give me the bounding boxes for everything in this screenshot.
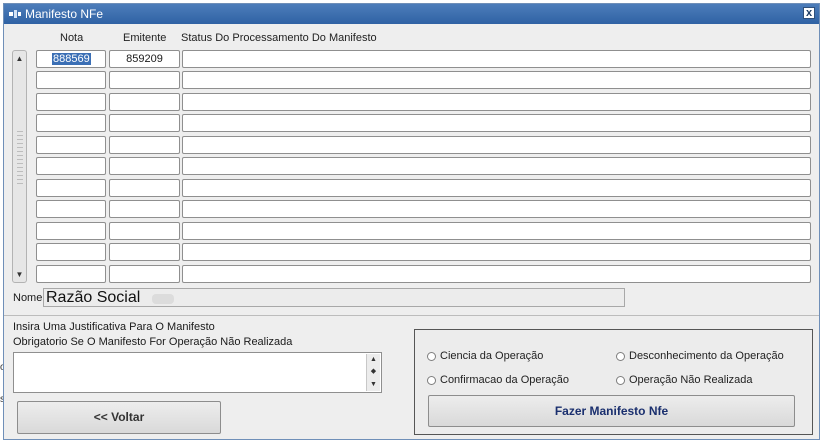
manifesto-window: Manifesto NFe x Nota Emitente Status Do …	[3, 3, 820, 440]
status-cell[interactable]	[182, 179, 811, 197]
emitente-cell[interactable]	[109, 93, 180, 111]
scroll-down-icon[interactable]: ▼	[15, 270, 24, 279]
option-desconhecimento[interactable]: Desconhecimento da Operação	[616, 350, 784, 362]
option-label: Operação Não Realizada	[629, 374, 753, 386]
nota-cell[interactable]	[36, 265, 106, 283]
option-ciencia[interactable]: Ciencia da Operação	[427, 350, 543, 362]
emitente-cell[interactable]	[109, 114, 180, 132]
section-divider	[4, 315, 819, 316]
radio-icon[interactable]	[616, 351, 625, 361]
fazer-manifesto-button[interactable]: Fazer Manifesto Nfe	[428, 395, 795, 427]
grid-scrollbar[interactable]: ▲ ▼	[12, 50, 27, 283]
scroll-thumb-icon[interactable]: ◆	[369, 368, 378, 376]
scroll-up-icon[interactable]: ▲	[369, 356, 378, 364]
emitente-cell[interactable]	[109, 200, 180, 218]
scroll-grip-icon[interactable]	[17, 131, 23, 186]
radio-icon[interactable]	[616, 375, 625, 385]
nota-cell[interactable]	[36, 222, 106, 240]
nota-cell[interactable]	[36, 136, 106, 154]
option-label: Confirmacao da Operação	[440, 374, 570, 386]
nota-cell[interactable]	[36, 243, 106, 261]
column-header-nota: Nota	[60, 32, 84, 44]
scroll-down-icon[interactable]: ▼	[369, 381, 378, 389]
nota-cell[interactable]	[36, 114, 106, 132]
status-cell[interactable]	[182, 222, 811, 240]
status-cell[interactable]	[182, 243, 811, 261]
emitente-cell[interactable]	[109, 265, 180, 283]
nome-value: Razão Social	[46, 289, 141, 306]
justificativa-hint: Obrigatorio Se O Manifesto For Operação …	[13, 336, 293, 348]
status-cell[interactable]	[182, 71, 811, 89]
manifesto-options-panel: Ciencia da Operação Desconhecimento da O…	[414, 329, 813, 435]
emitente-cell[interactable]	[109, 179, 180, 197]
nota-cell[interactable]	[36, 71, 106, 89]
nome-field: Razão Social	[43, 288, 625, 307]
option-label: Ciencia da Operação	[440, 350, 544, 362]
status-cell[interactable]	[182, 114, 811, 132]
justificativa-scrollbar[interactable]: ▲ ◆ ▼	[366, 354, 380, 391]
emitente-cell[interactable]	[109, 71, 180, 89]
justificativa-textarea[interactable]: ▲ ◆ ▼	[13, 352, 382, 393]
justificativa-label: Insira Uma Justificativa Para O Manifest…	[13, 321, 215, 333]
status-cell[interactable]	[182, 200, 811, 218]
nota-cell[interactable]	[36, 93, 106, 111]
nota-cell[interactable]	[36, 157, 106, 175]
radio-icon[interactable]	[427, 375, 436, 385]
nota-cell[interactable]	[36, 200, 106, 218]
window-title: Manifesto NFe	[25, 7, 104, 21]
status-cell[interactable]	[182, 50, 811, 68]
title-bar[interactable]: Manifesto NFe x	[4, 4, 819, 24]
app-icon	[9, 10, 21, 18]
status-cell[interactable]	[182, 265, 811, 283]
radio-icon[interactable]	[427, 351, 436, 361]
voltar-button[interactable]: << Voltar	[17, 401, 221, 434]
nota-cell[interactable]: 888569	[36, 50, 106, 68]
status-cell[interactable]	[182, 136, 811, 154]
emitente-cell[interactable]	[109, 243, 180, 261]
nome-label: Nome	[13, 292, 43, 304]
redacted-text	[152, 294, 174, 304]
option-confirmacao[interactable]: Confirmacao da Operação	[427, 374, 569, 386]
option-label: Desconhecimento da Operação	[629, 350, 784, 362]
status-cell[interactable]	[182, 157, 811, 175]
scroll-up-icon[interactable]: ▲	[15, 54, 24, 63]
column-header-emitente: Emitente	[123, 32, 167, 44]
status-cell[interactable]	[182, 93, 811, 111]
close-button[interactable]: x	[803, 7, 815, 19]
option-nao-realizada[interactable]: Operação Não Realizada	[616, 374, 753, 386]
emitente-cell[interactable]	[109, 222, 180, 240]
column-header-status: Status Do Processamento Do Manifesto	[181, 32, 377, 44]
emitente-cell[interactable]	[109, 136, 180, 154]
emitente-cell[interactable]	[109, 157, 180, 175]
nota-cell[interactable]	[36, 179, 106, 197]
emitente-cell[interactable]: 859209	[109, 50, 180, 68]
